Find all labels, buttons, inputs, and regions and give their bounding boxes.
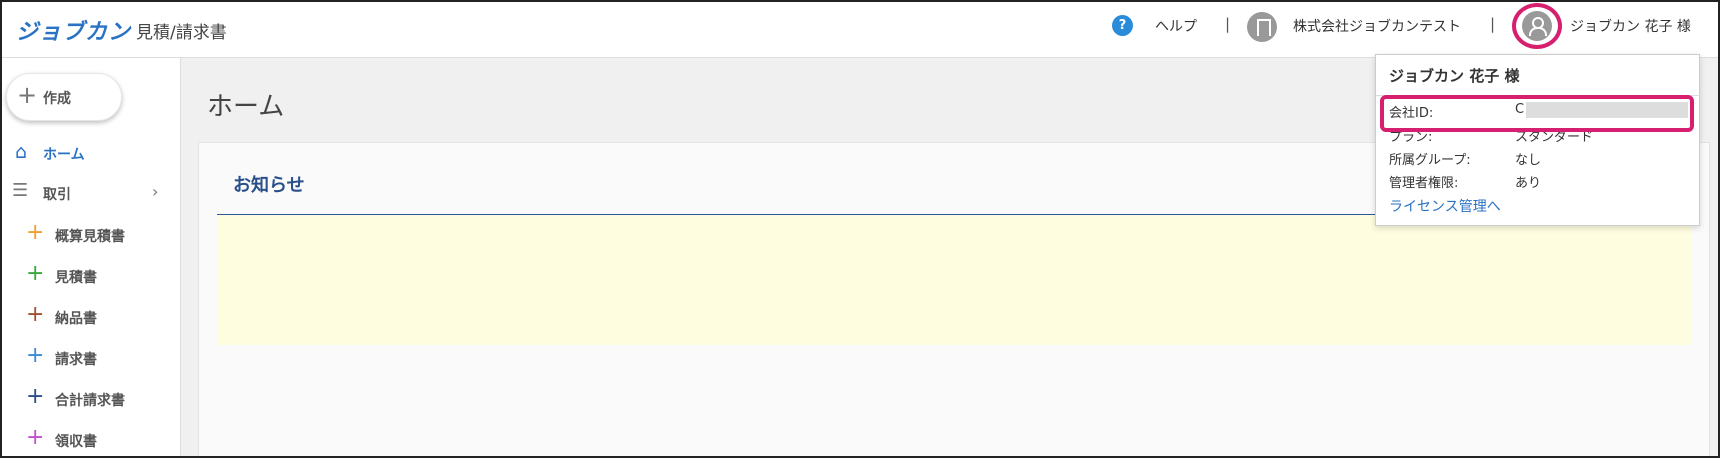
sidebar-item-estimate-draft[interactable]: + 概算見積書 bbox=[26, 220, 176, 248]
company-name[interactable]: 株式会社ジョブカンテスト bbox=[1293, 16, 1461, 36]
list-icon: ☰ bbox=[12, 180, 29, 201]
sidebar-item-label: 概算見積書 bbox=[55, 229, 125, 245]
admin-value: あり bbox=[1515, 176, 1542, 191]
chevron-right-icon: › bbox=[152, 182, 159, 201]
plus-icon: + bbox=[26, 384, 45, 409]
company-building-icon[interactable] bbox=[1247, 12, 1277, 42]
user-avatar-icon[interactable] bbox=[1522, 11, 1552, 41]
plus-icon: + bbox=[26, 220, 45, 245]
create-button[interactable]: + 作成 bbox=[6, 73, 122, 121]
admin-label: 管理者権限: bbox=[1389, 176, 1459, 191]
plus-icon: + bbox=[26, 302, 45, 327]
sidebar-item-label: 見積書 bbox=[55, 270, 97, 286]
help-icon[interactable]: ? bbox=[1112, 15, 1133, 36]
user-dropdown-menu: ジョブカン 花子 様 会社ID: C プラン: スタンダード 所属グループ: な… bbox=[1375, 54, 1701, 226]
sidebar-item-label: 納品書 bbox=[55, 311, 97, 327]
user-name-menu[interactable]: ジョブカン 花子 様 bbox=[1570, 16, 1691, 36]
sidebar-item-label: ホーム bbox=[43, 147, 85, 163]
separator: | bbox=[1225, 15, 1231, 33]
separator: | bbox=[1490, 15, 1496, 33]
sidebar-item-receipt[interactable]: + 領収書 bbox=[26, 425, 176, 453]
license-management-link[interactable]: ライセンス管理へ bbox=[1389, 196, 1501, 216]
create-label: 作成 bbox=[43, 91, 71, 107]
sidebar-item-total-invoice[interactable]: + 合計請求書 bbox=[26, 384, 176, 412]
help-link[interactable]: ヘルプ bbox=[1155, 16, 1197, 36]
sidebar: + 作成 ⌂ ホーム ☰ 取引 › + 概算見積書 + 見積書 + 納品書 + … bbox=[0, 58, 181, 458]
plus-icon: + bbox=[26, 343, 45, 368]
brand-logo[interactable]: ジョブカン bbox=[16, 14, 131, 46]
sidebar-item-label: 取引 bbox=[43, 187, 71, 203]
dropdown-user-name: ジョブカン 花子 様 bbox=[1389, 67, 1520, 85]
sidebar-item-invoice[interactable]: + 請求書 bbox=[26, 343, 176, 371]
sidebar-item-label: 領収書 bbox=[55, 434, 97, 450]
sidebar-item-estimate[interactable]: + 見積書 bbox=[26, 261, 176, 289]
group-value: なし bbox=[1515, 153, 1542, 168]
notice-title: お知らせ bbox=[233, 175, 305, 196]
app-header: ジョブカン 見積/請求書 ? ヘルプ | 株式会社ジョブカンテスト | ジョブカ… bbox=[0, 0, 1720, 58]
home-icon: ⌂ bbox=[15, 141, 28, 163]
plus-icon: + bbox=[17, 81, 38, 109]
plus-icon: + bbox=[26, 261, 45, 286]
notice-content bbox=[217, 215, 1691, 345]
sidebar-item-label: 合計請求書 bbox=[55, 393, 125, 409]
product-name: 見積/請求書 bbox=[136, 23, 227, 43]
sidebar-item-label: 請求書 bbox=[55, 352, 97, 368]
sidebar-item-deals[interactable]: ☰ 取引 › bbox=[12, 180, 168, 206]
plus-icon: + bbox=[26, 425, 45, 450]
group-label: 所属グループ: bbox=[1389, 153, 1471, 168]
page-title: ホーム bbox=[207, 92, 285, 122]
sidebar-item-delivery[interactable]: + 納品書 bbox=[26, 302, 176, 330]
company-id-highlight bbox=[1380, 95, 1694, 132]
